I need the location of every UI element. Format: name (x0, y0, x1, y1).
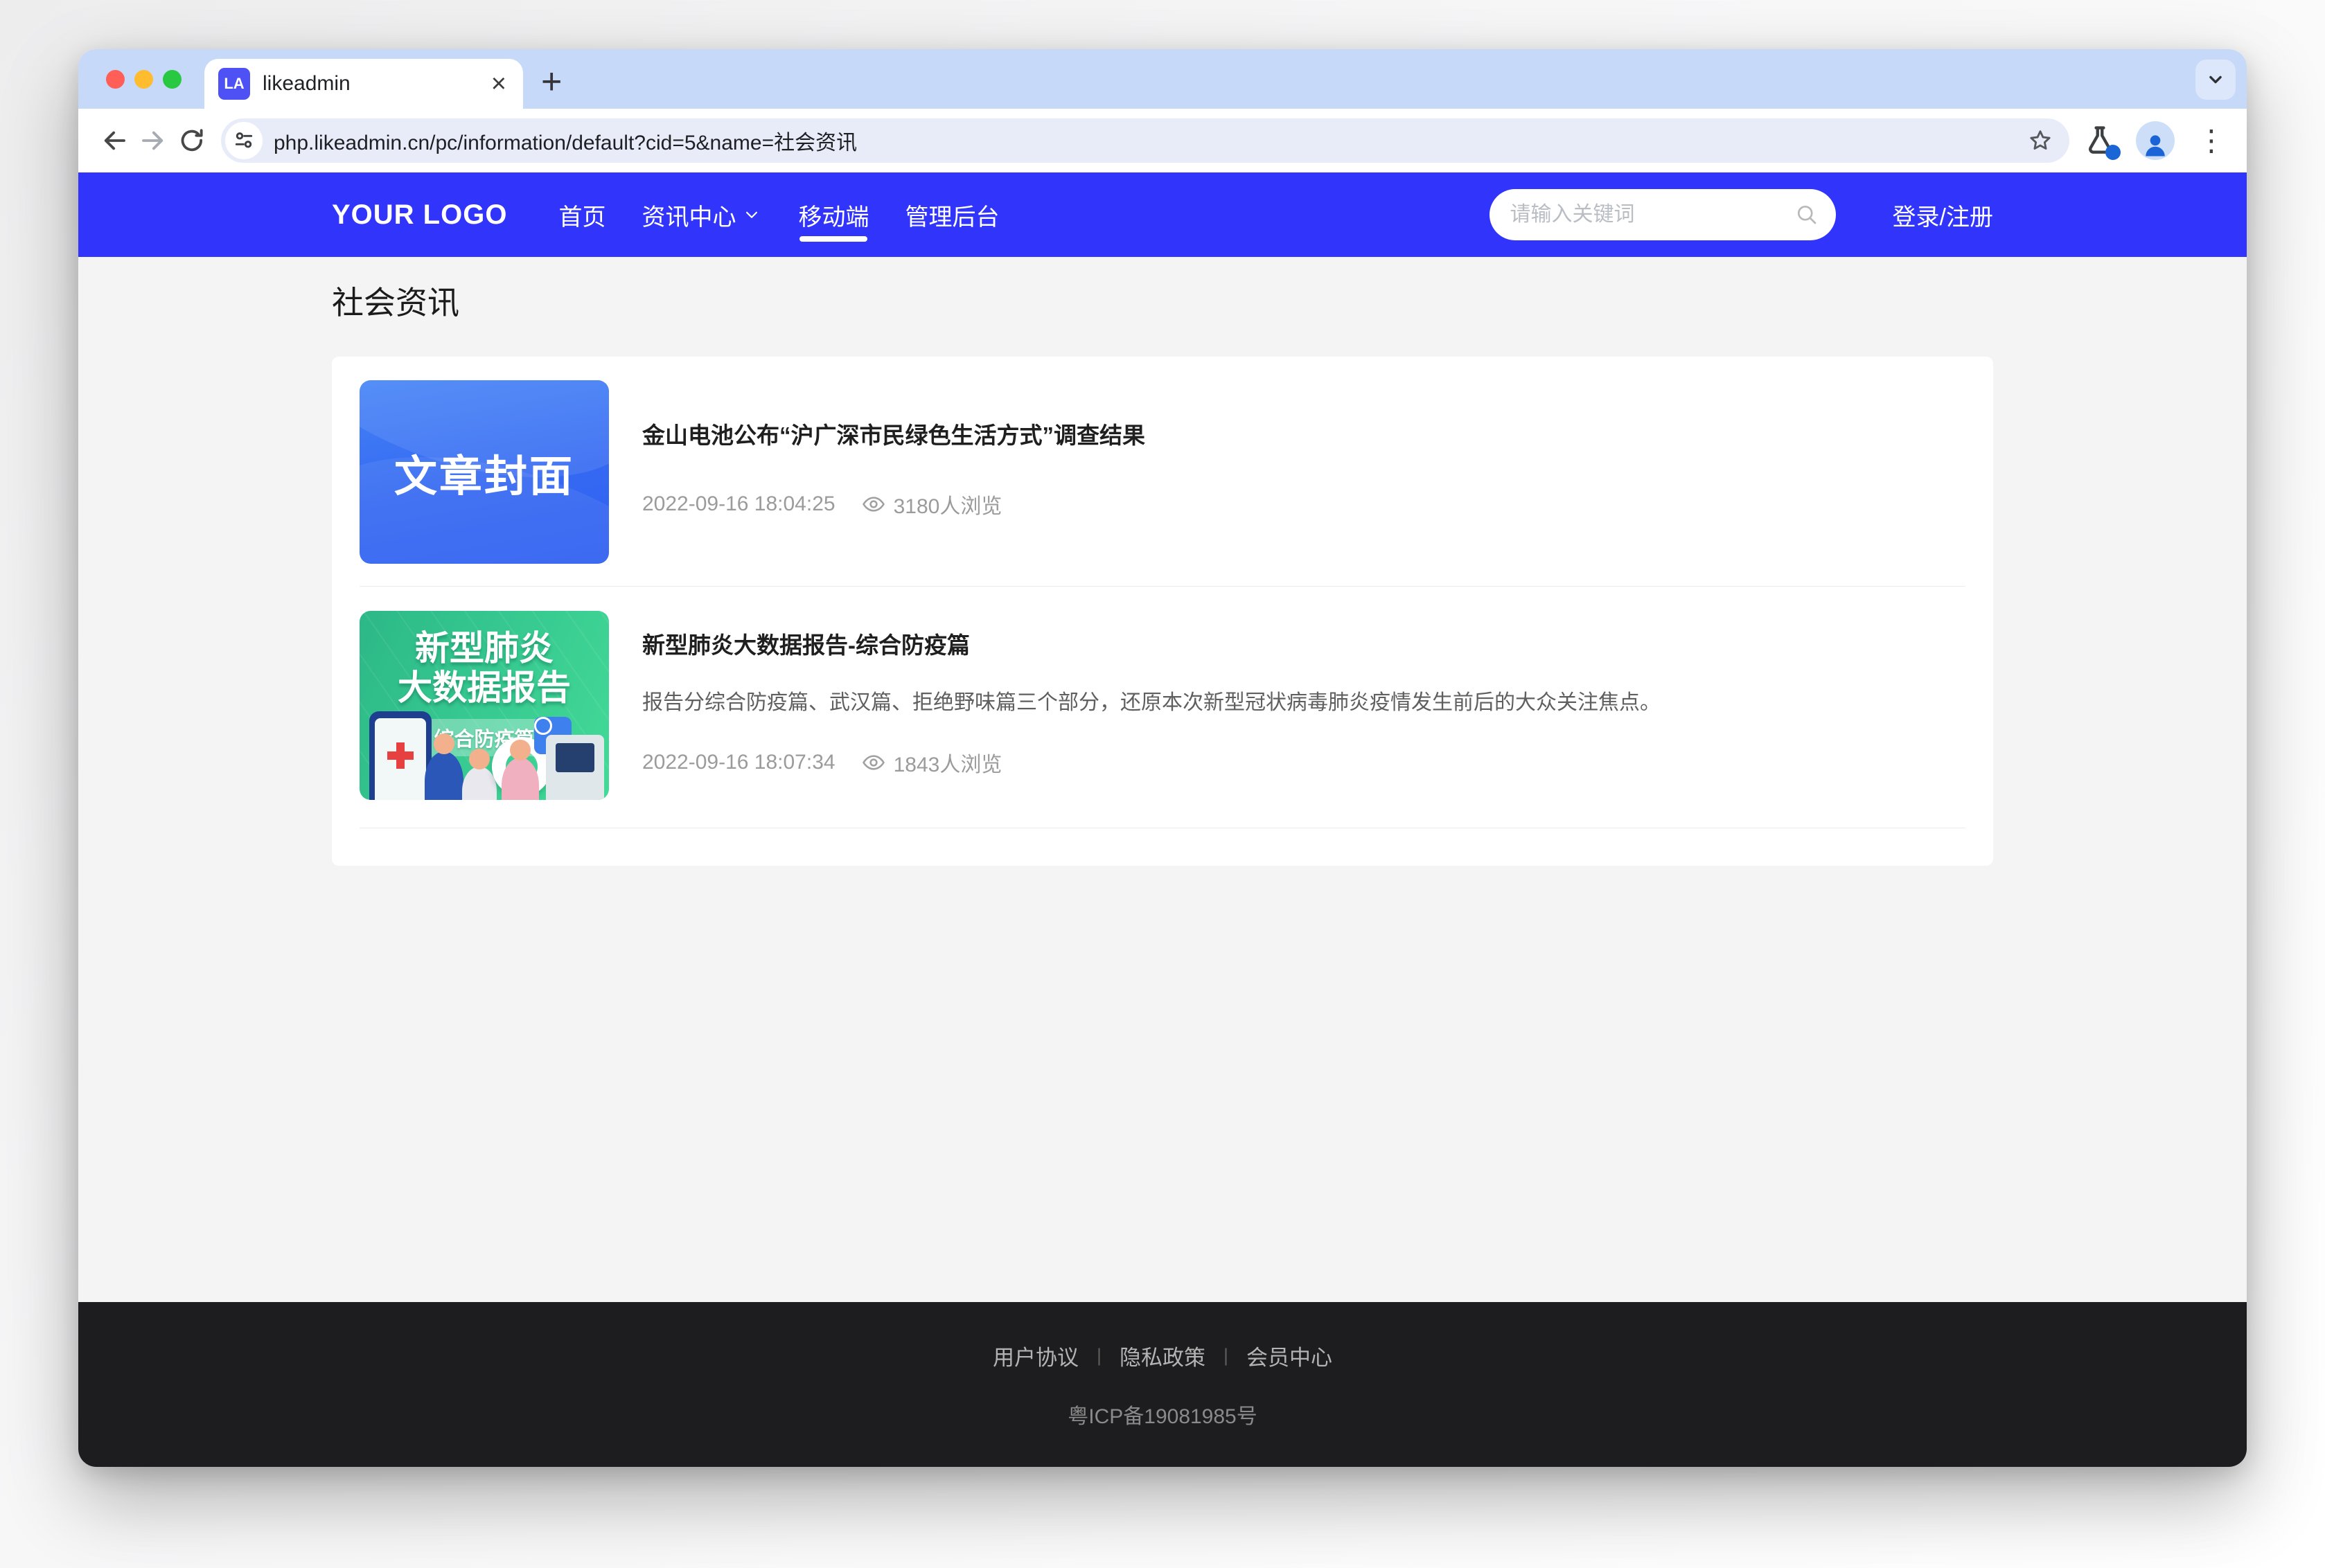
nav-item-mobile[interactable]: 移动端 (798, 172, 869, 257)
search-box (1489, 189, 1836, 240)
footer-separator: | (1097, 1345, 1102, 1366)
close-tab-icon[interactable]: × (488, 71, 509, 97)
back-arrow-icon (100, 126, 129, 155)
site-favicon-icon: LA (218, 68, 250, 100)
article-row[interactable]: 文章封面 金山电池公布“沪广深市民绿色生活方式”调查结果 2022-09-16 … (360, 357, 1965, 587)
article-title[interactable]: 金山电池公布“沪广深市民绿色生活方式”调查结果 (642, 420, 1965, 452)
footer-link-privacy-policy[interactable]: 隐私政策 (1120, 1340, 1205, 1371)
person-icon (2140, 130, 2171, 160)
login-register-link[interactable]: 登录/注册 (1893, 198, 1993, 232)
thumbnail-text: 大数据报告 (360, 668, 609, 708)
footer-link-member-center[interactable]: 会员中心 (1246, 1340, 1332, 1371)
article-date: 2022-09-16 18:04:25 (642, 492, 836, 516)
chevron-down-icon (2204, 68, 2227, 91)
search-icon[interactable] (1794, 202, 1819, 227)
reload-button[interactable] (173, 121, 211, 160)
kiosk-illustration (546, 735, 604, 800)
nav-item-news-center[interactable]: 资讯中心 (642, 172, 762, 257)
experiments-badge (2105, 145, 2121, 160)
person-illustration (425, 751, 463, 800)
forward-button[interactable] (134, 121, 173, 160)
profile-avatar[interactable] (2136, 121, 2175, 160)
article-views: 1843人浏览 (894, 747, 1002, 778)
minimize-window-button[interactable] (134, 70, 153, 89)
main-nav: 首页 资讯中心 移动端 管理后台 (558, 172, 999, 257)
search-input[interactable] (1510, 203, 1786, 226)
article-title[interactable]: 新型肺炎大数据报告-综合防疫篇 (642, 630, 1965, 661)
article-description: 报告分综合防疫篇、武汉篇、拒绝野味篇三个部分，还原本次新型冠状病毒肺炎疫情发生前… (642, 691, 1965, 715)
person-illustration (462, 767, 497, 800)
article-meta: 2022-09-16 18:04:25 3180人浏览 (642, 489, 1965, 519)
article-thumbnail[interactable]: 文章封面 (360, 380, 609, 564)
url-text[interactable]: php.likeadmin.cn/pc/information/default?… (274, 125, 2014, 156)
traffic-lights (106, 70, 182, 89)
star-icon (2027, 127, 2053, 154)
eye-icon (862, 492, 885, 516)
article-list-card: 文章封面 金山电池公布“沪广深市民绿色生活方式”调查结果 2022-09-16 … (332, 357, 1993, 866)
article-views: 3180人浏览 (894, 489, 1002, 519)
article-date: 2022-09-16 18:07:34 (642, 751, 836, 774)
site-logo[interactable]: YOUR LOGO (332, 199, 507, 231)
back-button[interactable] (95, 121, 134, 160)
nav-item-label: 资讯中心 (642, 198, 736, 232)
tab-strip: LA likeadmin × + (78, 49, 2247, 109)
thumbnail-text: 新型肺炎 (360, 629, 609, 668)
forward-arrow-icon (139, 126, 168, 155)
site-footer: 用户协议 | 隐私政策 | 会员中心 粤ICP备19081985号 (78, 1302, 2247, 1467)
browser-tab[interactable]: LA likeadmin × (204, 59, 523, 109)
eye-icon (862, 751, 885, 774)
browser-toolbar: php.likeadmin.cn/pc/information/default?… (78, 109, 2247, 172)
fullscreen-window-button[interactable] (163, 70, 182, 89)
chevron-down-icon (741, 204, 762, 225)
browser-menu-button[interactable]: ⋮ (2193, 126, 2230, 155)
article-row[interactable]: 新型肺炎 大数据报告 综合防疫篇 (360, 587, 1965, 828)
article-meta: 2022-09-16 18:07:34 1843人浏览 (642, 747, 1965, 778)
nav-item-home[interactable]: 首页 (558, 172, 605, 257)
page-title: 社会资讯 (332, 257, 1993, 319)
tab-search-button[interactable] (2195, 60, 2236, 100)
site-settings-icon (233, 130, 255, 152)
thumbnail-text: 文章封面 (394, 441, 574, 504)
icp-number: 粤ICP备19081985号 (1068, 1399, 1257, 1429)
phone-illustration (369, 711, 432, 800)
close-window-button[interactable] (106, 70, 125, 89)
new-tab-button[interactable]: + (541, 60, 562, 103)
site-settings-button[interactable] (225, 122, 263, 159)
reload-icon (177, 126, 206, 155)
article-thumbnail[interactable]: 新型肺炎 大数据报告 综合防疫篇 (360, 611, 609, 800)
address-bar[interactable]: php.likeadmin.cn/pc/information/default?… (221, 118, 2069, 163)
browser-window: LA likeadmin × + php.likeadmin.cn/pc/inf… (78, 49, 2247, 1467)
tab-title: likeadmin (263, 72, 476, 96)
bookmark-button[interactable] (2025, 125, 2056, 156)
page-body: 社会资讯 文章封面 金山电池公布“沪广深市民绿色生活方式”调查结果 2022-0… (78, 257, 2247, 1302)
experiments-button[interactable] (2082, 123, 2118, 159)
footer-separator: | (1223, 1345, 1228, 1366)
nav-item-admin[interactable]: 管理后台 (905, 172, 999, 257)
footer-link-user-agreement[interactable]: 用户协议 (993, 1340, 1079, 1371)
site-navbar: YOUR LOGO 首页 资讯中心 移动端 管理后台 登录/注册 (78, 172, 2247, 257)
